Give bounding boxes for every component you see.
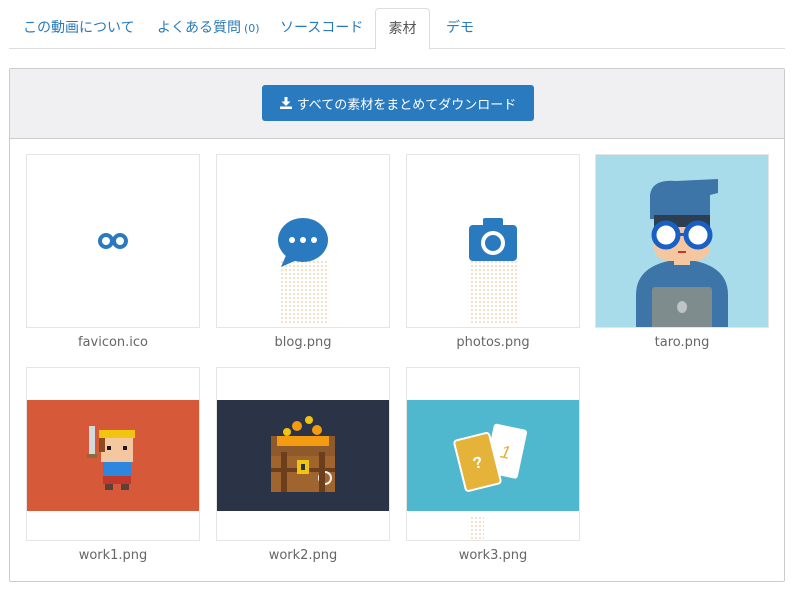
tab-label: デモ [446,20,474,36]
tab-assets[interactable]: 素材 [375,8,430,50]
asset-name: photos.png [456,335,530,350]
asset-name: favicon.ico [77,335,149,350]
pixel-hero-illustration [27,400,199,511]
faq-count: (0) [244,22,260,35]
asset-item: favicon.ico [26,154,200,350]
asset-name: work2.png [268,548,338,563]
asset-name: work3.png [458,548,528,563]
tab-demo[interactable]: デモ [446,8,474,49]
asset-thumbnail[interactable] [26,154,200,328]
asset-thumbnail[interactable] [595,154,769,328]
asset-thumbnail[interactable] [406,154,580,328]
asset-item: photos.png [406,154,580,350]
tab-label: この動画について [23,20,135,36]
asset-thumbnail[interactable] [26,367,200,541]
asset-tabs: この動画について よくある質問 (0) ソースコード 素材 デモ [9,8,785,50]
tab-label: よくある質問 [157,20,241,36]
cards-illustration: 1 ? [407,400,579,511]
asset-name: taro.png [654,335,710,350]
tab-label: 素材 [388,21,417,37]
treasure-chest-illustration [217,400,389,511]
assets-panel: すべての素材をまとめてダウンロード favicon.ico blog.png p… [9,68,785,582]
character-illustration [636,179,728,327]
asset-item: taro.png [595,154,769,350]
tab-label: ソースコード [280,20,364,36]
asset-item: 1 ? work3.png [406,367,580,563]
tab-about-video[interactable]: この動画について [23,8,135,49]
asset-item: blog.png [216,154,390,350]
download-all-button[interactable]: すべての素材をまとめてダウンロード [262,85,534,121]
chat-bubble-icon [278,218,328,267]
tab-faq[interactable]: よくある質問 (0) [157,8,260,49]
asset-item: work1.png [26,367,200,563]
tab-source-code[interactable]: ソースコード [280,8,363,49]
asset-thumbnail[interactable] [216,154,390,328]
asset-thumbnail[interactable] [216,367,390,541]
panel-header: すべての素材をまとめてダウンロード [10,69,784,139]
download-all-label: すべての素材をまとめてダウンロード [296,97,517,113]
asset-name: work1.png [78,548,148,563]
infinity-icon [98,233,128,249]
asset-name: blog.png [274,335,332,350]
asset-thumbnail[interactable]: 1 ? [406,367,580,541]
download-icon [279,97,292,109]
asset-item: work2.png [216,367,390,563]
camera-icon [469,218,517,261]
